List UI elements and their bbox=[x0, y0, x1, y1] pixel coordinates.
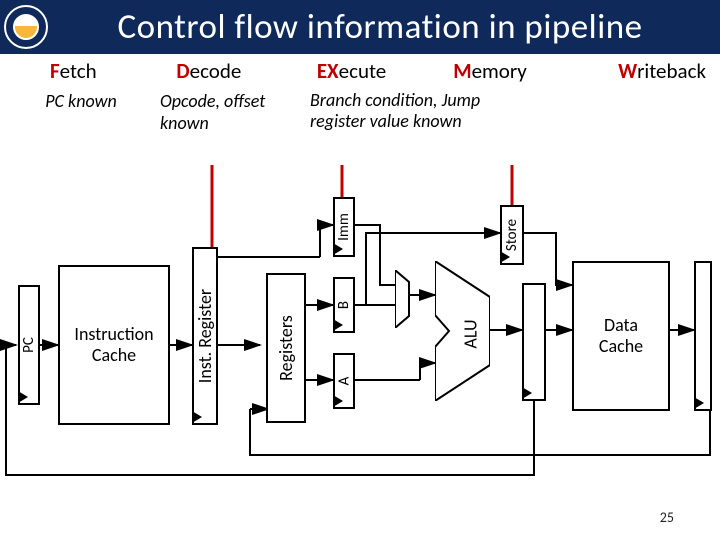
clock-tri-icon bbox=[333, 243, 343, 255]
clock-tri-icon bbox=[192, 411, 202, 423]
stage-memory: Memory bbox=[443, 58, 579, 84]
stage-writeback: Writeback bbox=[580, 58, 710, 84]
note-decode: Opcode, offset known bbox=[160, 90, 310, 134]
instruction-register: Inst. Register bbox=[192, 247, 218, 425]
stage-decode: Decode bbox=[176, 58, 302, 84]
pipeline-stage-row: Fetch Decode EXecute Memory Writeback bbox=[0, 54, 720, 84]
data-cache: Data Cache bbox=[572, 261, 670, 411]
instruction-cache: Instruction Cache bbox=[58, 265, 170, 425]
pipeline-diagram: PC Instruction Cache Inst. Register Regi… bbox=[0, 165, 720, 540]
writeback-latch bbox=[694, 261, 712, 411]
page-number: 25 bbox=[660, 509, 674, 526]
note-execute: Branch condition, Jump register value kn… bbox=[310, 90, 520, 134]
alu-result-latch bbox=[522, 283, 546, 401]
clock-tri-icon bbox=[694, 397, 704, 409]
register-file: Registers bbox=[266, 273, 306, 423]
stage-notes-row: PC known Opcode, offset known Branch con… bbox=[0, 84, 720, 134]
slide-title: Control flow information in pipeline bbox=[48, 6, 712, 48]
clock-tri-icon bbox=[333, 319, 343, 331]
stage-fetch: Fetch bbox=[10, 58, 176, 84]
alu-input-mux bbox=[395, 270, 413, 328]
clock-tri-icon bbox=[18, 391, 28, 403]
university-logo bbox=[4, 5, 48, 49]
logo-inner bbox=[13, 14, 39, 40]
pc-register: PC bbox=[18, 285, 40, 405]
clock-tri-icon bbox=[522, 387, 532, 399]
header-bar: Control flow information in pipeline bbox=[0, 0, 720, 54]
alu-label: ALU bbox=[460, 319, 482, 348]
clock-tri-icon bbox=[500, 251, 510, 263]
note-fetch: PC known bbox=[10, 90, 160, 134]
stage-execute: EXecute bbox=[303, 58, 443, 84]
clock-tri-icon bbox=[333, 395, 343, 407]
